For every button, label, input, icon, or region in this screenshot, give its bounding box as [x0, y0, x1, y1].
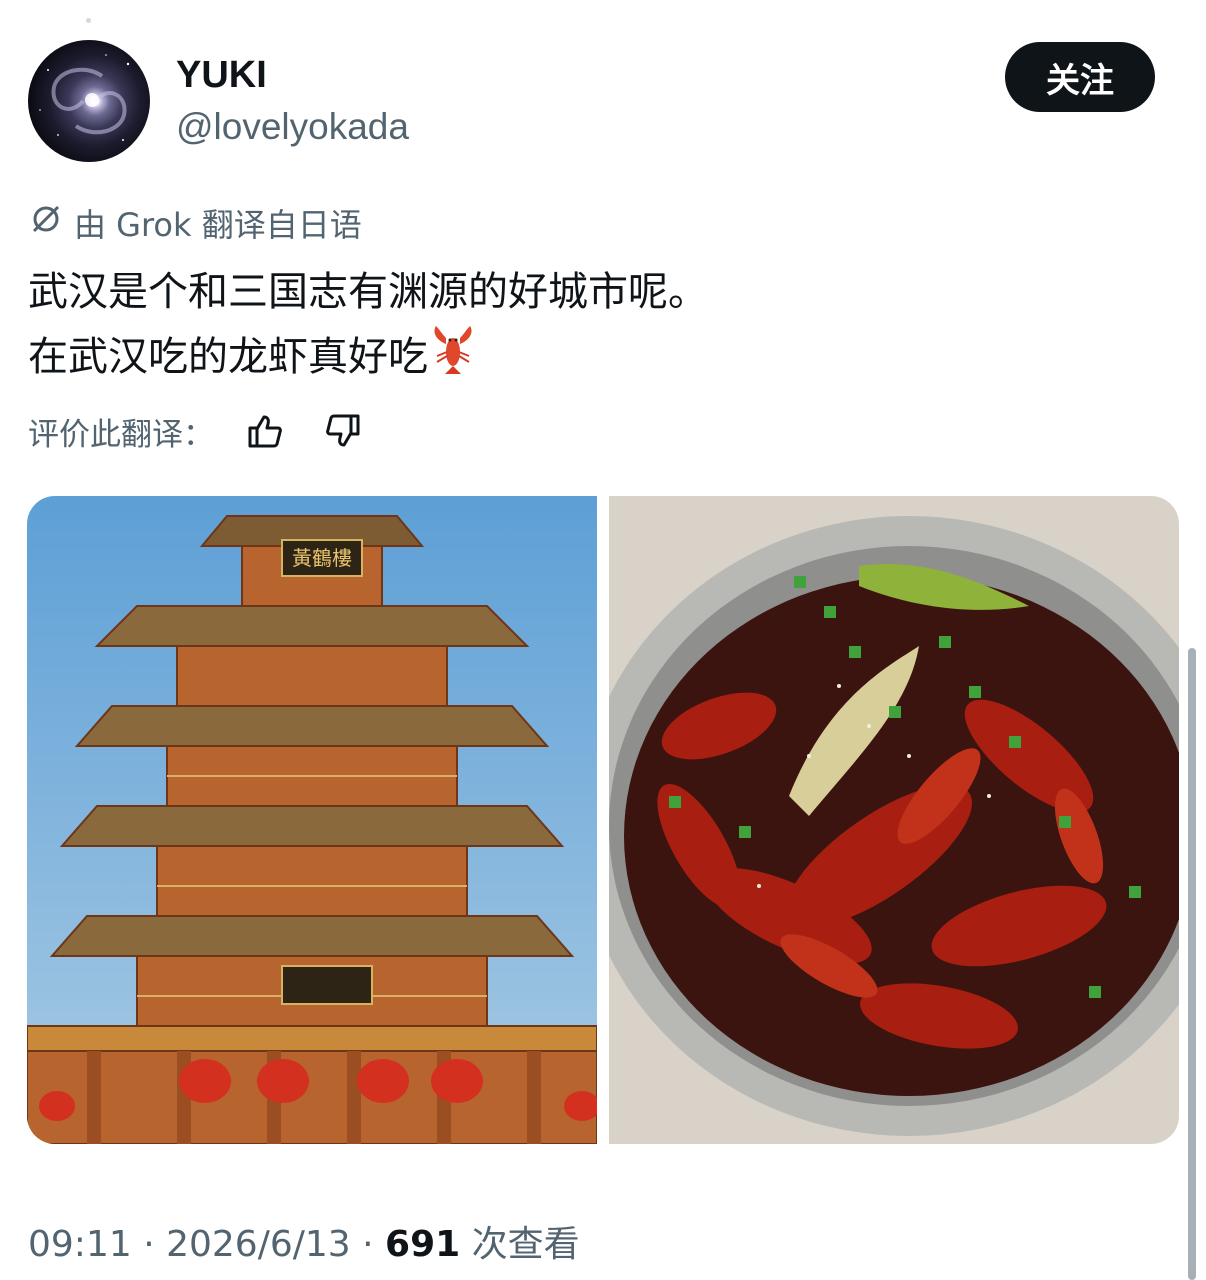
views-count: 691 [385, 1224, 461, 1265]
rate-translation: 评价此翻译： [28, 408, 362, 454]
meta-separator: · [131, 1224, 167, 1265]
tweet-line-1: 武汉是个和三国志有渊源的好城市呢。 [28, 269, 708, 315]
tower-signboard-top: 黃鶴樓 [292, 546, 352, 570]
tweet-time[interactable]: 09:11 [28, 1224, 132, 1265]
top-scroll-indicator [86, 18, 91, 23]
yellow-crane-tower-photo[interactable]: 黃鶴樓 [27, 496, 597, 1144]
grok-icon [28, 201, 64, 245]
tweet-line-2: 在武汉吃的龙虾真好吃 [28, 334, 428, 380]
scrollbar[interactable] [1188, 648, 1196, 1280]
thumbs-up-icon[interactable] [246, 412, 284, 450]
translation-notice: 由 Grok 翻译自日语 [28, 200, 362, 246]
media-grid: 黃鶴樓 [27, 496, 1179, 1144]
thumbs-down-icon[interactable] [324, 412, 362, 450]
tweet-metadata: 09:11 · 2026/6/13 · 691 次查看 [28, 1218, 580, 1272]
lobster-emoji [428, 322, 478, 393]
rate-translation-label: 评价此翻译： [28, 416, 214, 453]
tweet-date[interactable]: 2026/6/13 [166, 1224, 351, 1265]
display-name[interactable]: YUKI [176, 52, 267, 98]
follow-button[interactable]: 关注 [1005, 42, 1155, 112]
user-handle[interactable]: @lovelyokada [176, 104, 409, 150]
tweet-text: 武汉是个和三国志有渊源的好城市呢。 在武汉吃的龙虾真好吃 [28, 262, 708, 393]
views-label: 次查看 [471, 1224, 580, 1265]
avatar[interactable] [28, 40, 150, 162]
crayfish-bowl-photo[interactable] [609, 496, 1179, 1144]
meta-separator: · [350, 1224, 386, 1265]
galaxy-avatar-icon [39, 54, 130, 141]
translation-label: 由 Grok 翻译自日语 [74, 206, 362, 244]
